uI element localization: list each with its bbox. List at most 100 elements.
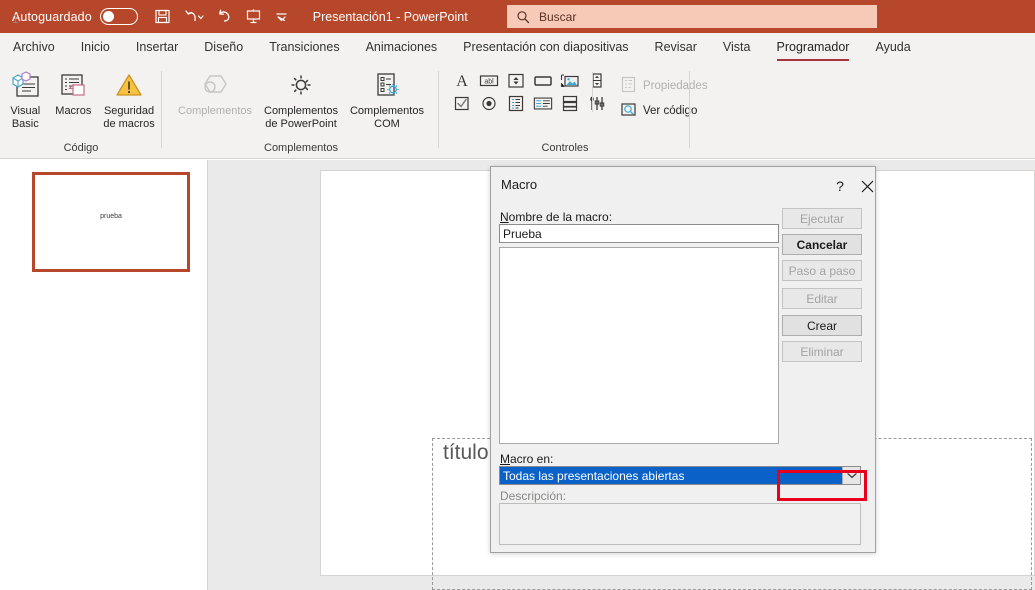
- tab-label: Programador: [777, 40, 850, 54]
- visual-basic-button[interactable]: Visual Basic: [1, 66, 49, 131]
- macros-label: Macros: [55, 105, 91, 118]
- search-icon: [516, 10, 530, 24]
- autosave-toggle[interactable]: [100, 8, 138, 25]
- redo-icon[interactable]: [216, 8, 233, 25]
- macro-list-box[interactable]: [499, 247, 779, 444]
- tab-label: Ayuda: [875, 40, 910, 54]
- macro-security-label-line1: Seguridad: [104, 105, 154, 118]
- textbox-control-icon[interactable]: abl: [479, 71, 499, 90]
- help-icon[interactable]: ?: [829, 175, 851, 197]
- visual-basic-label-line1: Visual: [10, 105, 40, 118]
- active-tab-underline: [777, 59, 850, 62]
- autosave-toggle-knob: [103, 11, 114, 22]
- togglebutton-control-icon[interactable]: [560, 94, 580, 113]
- checkbox-control-icon[interactable]: [452, 94, 472, 113]
- macro-security-label-line2: de macros: [103, 118, 154, 131]
- properties-button: Propiedades: [620, 76, 708, 96]
- image-control-icon[interactable]: [560, 71, 580, 90]
- undo-icon[interactable]: [183, 8, 204, 25]
- tab-label: Vista: [723, 40, 751, 54]
- more-controls-icon[interactable]: [587, 94, 607, 113]
- addins-label: Complementos: [178, 105, 252, 118]
- commandbutton-control-icon[interactable]: [533, 71, 553, 90]
- svg-text:abl: abl: [484, 79, 494, 86]
- ribbon-group-complementos: Complementos Complementos de PowerPoint …: [163, 63, 439, 158]
- optionbutton-control-icon[interactable]: [479, 94, 499, 113]
- ribbon-group-label-controles: Controles: [440, 142, 690, 154]
- ribbon-tabs: Archivo Inicio Insertar Diseño Transicio…: [0, 33, 1035, 63]
- view-code-icon: [620, 101, 637, 121]
- tab-programador[interactable]: Programador: [764, 33, 863, 63]
- tab-label: Presentación con diapositivas: [463, 40, 628, 54]
- tab-revisar[interactable]: Revisar: [642, 33, 710, 63]
- macro-name-label-rest: ombre de la macro:: [509, 210, 612, 224]
- tab-inicio[interactable]: Inicio: [68, 33, 123, 63]
- macro-security-icon: [113, 69, 145, 102]
- properties-icon: [620, 76, 637, 96]
- ribbon-group-label-codigo: Código: [0, 142, 162, 154]
- tab-transiciones[interactable]: Transiciones: [256, 33, 352, 63]
- description-label: Descripción:: [500, 489, 566, 503]
- close-icon[interactable]: [856, 175, 878, 197]
- slide-thumbnail-1[interactable]: prueba: [32, 172, 190, 272]
- macro-in-label-rest: acro en:: [510, 452, 553, 466]
- search-box[interactable]: Buscar: [507, 5, 877, 28]
- group-separator: [438, 71, 439, 148]
- editar-label: Editar: [806, 292, 837, 306]
- slide-thumbnail-text: prueba: [35, 213, 187, 220]
- slide-number: 1: [12, 12, 19, 26]
- macros-button[interactable]: Macros: [49, 66, 97, 118]
- autosave-control[interactable]: Autoguardado: [12, 8, 138, 25]
- tab-label: Inicio: [81, 40, 110, 54]
- customize-qat-icon[interactable]: [274, 9, 289, 24]
- spinbutton-control-icon[interactable]: [506, 71, 526, 90]
- macro-name-label: Nombre de la macro:: [500, 210, 612, 224]
- controls-inner-separator: [592, 72, 593, 112]
- addins-button: Complementos: [172, 66, 258, 118]
- tab-label: Insertar: [136, 40, 178, 54]
- description-textarea[interactable]: [499, 503, 861, 545]
- tab-archivo[interactable]: Archivo: [0, 33, 68, 63]
- macro-in-label-accel: M: [500, 452, 510, 466]
- tab-label: Transiciones: [269, 40, 339, 54]
- group-separator: [161, 71, 162, 148]
- tab-diseno[interactable]: Diseño: [191, 33, 256, 63]
- cancelar-label: Cancelar: [797, 238, 848, 252]
- label-control-icon[interactable]: A: [452, 71, 472, 90]
- crear-button[interactable]: Crear: [782, 315, 862, 336]
- addins-icon: [199, 69, 231, 102]
- editar-button: Editar: [782, 288, 862, 309]
- controls-grid: A abl: [452, 66, 607, 113]
- cancelar-button[interactable]: Cancelar: [782, 234, 862, 255]
- paso-a-paso-button: Paso a paso: [782, 260, 862, 281]
- save-icon[interactable]: [154, 8, 171, 25]
- autosave-label: Autoguardado: [12, 10, 92, 24]
- com-addins-icon: [371, 69, 403, 102]
- tab-ayuda[interactable]: Ayuda: [862, 33, 923, 63]
- tab-insertar[interactable]: Insertar: [123, 33, 191, 63]
- powerpoint-addins-button[interactable]: Complementos de PowerPoint: [258, 66, 344, 131]
- present-icon[interactable]: [245, 8, 262, 25]
- combobox-control-icon[interactable]: [533, 94, 553, 113]
- ejecutar-button: Ejecutar: [782, 208, 862, 229]
- visual-basic-label-line2: Basic: [12, 118, 39, 131]
- macro-security-button[interactable]: Seguridad de macros: [97, 66, 160, 131]
- com-addins-button[interactable]: Complementos COM: [344, 66, 430, 131]
- group-separator: [689, 71, 690, 148]
- powerpoint-addins-label-line1: Complementos: [264, 105, 338, 118]
- tab-vista[interactable]: Vista: [710, 33, 764, 63]
- crear-label: Crear: [807, 319, 837, 333]
- listbox-control-icon[interactable]: [506, 94, 526, 113]
- scrollbar-control-icon[interactable]: [587, 71, 607, 90]
- svg-text:A: A: [456, 73, 468, 89]
- tab-animaciones[interactable]: Animaciones: [353, 33, 451, 63]
- macro-name-input[interactable]: Prueba: [499, 224, 779, 243]
- macro-dialog: Macro ? Nombre de la macro: Prueba Macro…: [490, 166, 876, 553]
- crear-highlight-annotation: [777, 470, 867, 501]
- macro-in-label: Macro en:: [500, 452, 553, 466]
- view-code-button[interactable]: Ver código: [620, 101, 708, 121]
- tab-presentacion-con-diapositivas[interactable]: Presentación con diapositivas: [450, 33, 641, 63]
- ribbon-group-codigo: Visual Basic Macros Seguridad de macros …: [0, 63, 162, 158]
- powerpoint-addins-icon: [285, 69, 317, 102]
- powerpoint-addins-label-line2: de PowerPoint: [265, 118, 337, 131]
